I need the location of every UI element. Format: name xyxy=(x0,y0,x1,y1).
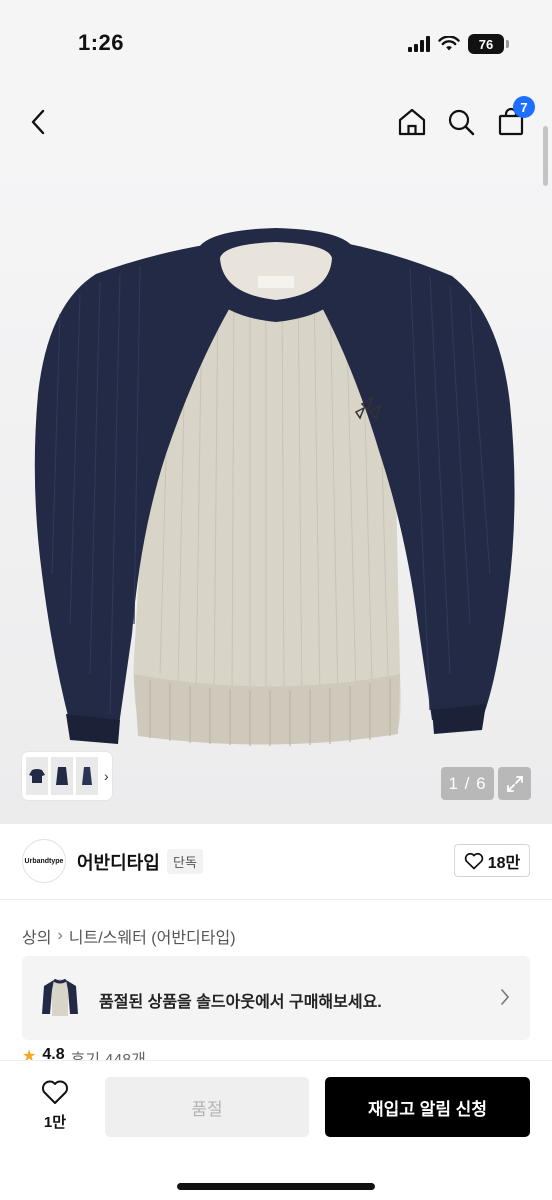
heart-icon xyxy=(42,1080,68,1104)
brand-logo-text: Urbandtype xyxy=(24,857,64,865)
expand-icon xyxy=(506,775,523,792)
soldout-banner[interactable]: 품절된 상품을 솔드아웃에서 구매해보세요. xyxy=(22,956,530,1040)
exclusive-badge: 단독 xyxy=(167,849,203,874)
battery-level: 76 xyxy=(478,36,494,52)
expand-button[interactable] xyxy=(498,767,531,800)
status-bar: 1:26 76 xyxy=(0,0,552,90)
thumbnail-item[interactable] xyxy=(76,757,98,795)
chevron-right-icon xyxy=(501,989,510,1005)
chevron-left-icon xyxy=(31,109,45,135)
heart-icon xyxy=(464,852,483,869)
restock-alert-button[interactable]: 재입고 알림 신청 xyxy=(325,1077,530,1137)
breadcrumb-item[interactable]: 상의 xyxy=(22,924,51,948)
banner-text: 품절된 상품을 솔드아웃에서 구매해보세요. xyxy=(99,994,382,1011)
thumbnail-item[interactable] xyxy=(26,757,48,795)
brand-like-count: 18만 xyxy=(487,854,521,872)
brand-name[interactable]: 어반디타입 xyxy=(77,849,160,875)
soldout-button: 품절 xyxy=(105,1077,309,1137)
product-like-button[interactable]: 1만 xyxy=(34,1079,76,1132)
bottom-action-bar: 1만 품절 재입고 알림 신청 xyxy=(0,1060,552,1200)
product-image xyxy=(34,228,515,746)
home-button[interactable] xyxy=(392,102,432,142)
status-time: 1:26 xyxy=(78,30,125,55)
back-button[interactable] xyxy=(18,102,58,142)
brand-like-button[interactable]: 18만 xyxy=(454,844,530,877)
search-icon xyxy=(448,109,475,136)
cart-count-badge: 7 xyxy=(513,96,535,118)
banner-product-image xyxy=(42,978,78,1016)
signal-icon xyxy=(408,36,430,52)
chevron-right-icon[interactable]: › xyxy=(104,768,109,784)
breadcrumb-item[interactable]: 니트/스웨터 (어반디타입) xyxy=(69,924,236,948)
top-nav: 7 xyxy=(0,90,552,154)
product-like-count: 1만 xyxy=(43,1114,67,1131)
scrollbar[interactable] xyxy=(543,126,548,186)
wifi-icon xyxy=(438,36,460,51)
battery-icon: 76 xyxy=(468,34,509,54)
thumbnail-strip[interactable]: › xyxy=(22,752,112,800)
home-icon xyxy=(398,108,426,136)
product-image-gallery[interactable]: › 1 / 6 xyxy=(0,154,552,824)
brand-section: Urbandtype 어반디타입 단독 18만 xyxy=(0,824,552,900)
cart-button[interactable]: 7 xyxy=(491,96,535,142)
home-indicator xyxy=(177,1183,375,1190)
chevron-right-icon: › xyxy=(57,927,63,944)
image-counter: 1 / 6 xyxy=(441,767,494,800)
search-button[interactable] xyxy=(441,102,481,142)
status-icons: 76 xyxy=(408,34,509,54)
thumbnail-item[interactable] xyxy=(51,757,73,795)
breadcrumb: 상의 › 니트/스웨터 (어반디타입) xyxy=(22,924,236,948)
brand-logo[interactable]: Urbandtype xyxy=(22,839,66,883)
